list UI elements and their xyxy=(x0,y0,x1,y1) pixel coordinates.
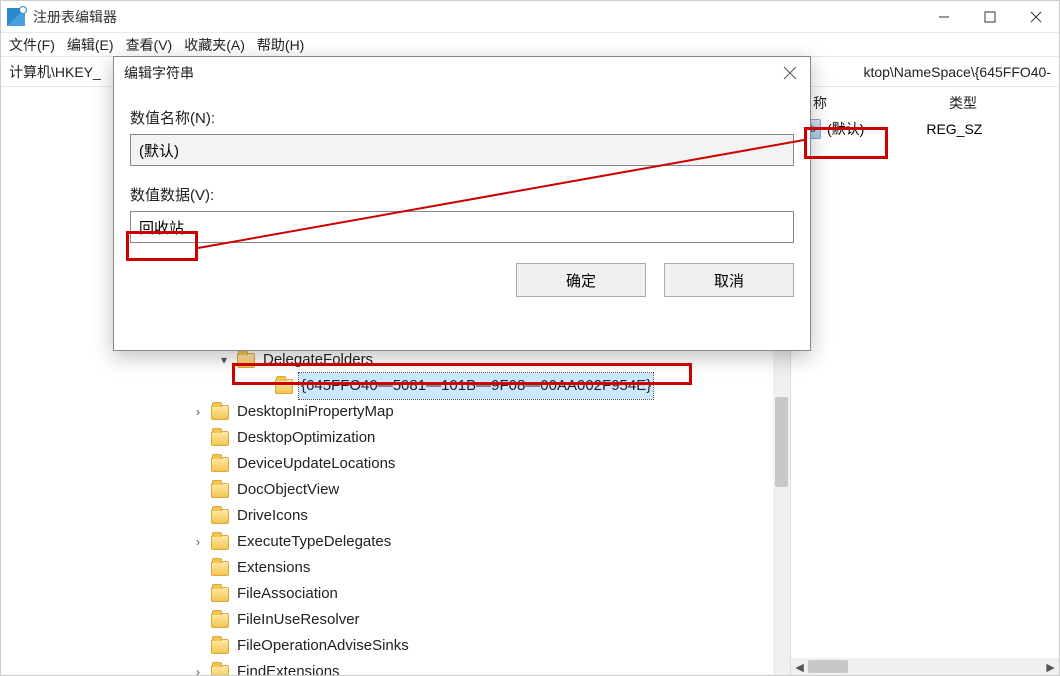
folder-icon xyxy=(211,639,229,654)
value-data-label: 数值数据(V): xyxy=(130,184,794,205)
tree-item-label: FileInUseResolver xyxy=(235,607,362,633)
tree-twisty-icon xyxy=(191,431,205,445)
values-pane[interactable]: 名称 类型 ab (默认) REG_SZ ◄ ► xyxy=(791,87,1059,675)
tree-item[interactable]: FileOperationAdviseSinks xyxy=(1,633,790,659)
titlebar: 注册表编辑器 xyxy=(1,1,1059,33)
tree-item-label: DesktopIniPropertyMap xyxy=(235,399,396,425)
folder-icon xyxy=(211,405,229,420)
minimize-button[interactable] xyxy=(921,1,967,33)
values-scroll-thumb[interactable] xyxy=(808,660,848,673)
cancel-button[interactable]: 取消 xyxy=(664,263,794,297)
tree-twisty-icon[interactable]: › xyxy=(191,665,205,675)
tree-item-label: FindExtensions xyxy=(235,659,342,675)
folder-icon xyxy=(211,457,229,472)
tree-item[interactable]: FileInUseResolver xyxy=(1,607,790,633)
value-type: REG_SZ xyxy=(926,121,982,137)
folder-icon xyxy=(211,535,229,550)
edit-string-dialog: 编辑字符串 数值名称(N): (默认) 数值数据(V): 回收站 确定 取消 xyxy=(113,56,811,351)
tree-twisty-icon xyxy=(191,561,205,575)
tree-item-label: Extensions xyxy=(235,555,312,581)
col-name[interactable]: 名称 xyxy=(799,93,909,113)
menubar: 文件(F) 编辑(E) 查看(V) 收藏夹(A) 帮助(H) xyxy=(1,33,1059,57)
tree-item[interactable]: DesktopOptimization xyxy=(1,425,790,451)
col-type[interactable]: 类型 xyxy=(949,93,977,113)
tree-item[interactable]: Extensions xyxy=(1,555,790,581)
list-header: 名称 类型 xyxy=(799,93,1051,113)
folder-icon xyxy=(211,613,229,628)
scroll-left-icon[interactable]: ◄ xyxy=(791,658,808,675)
folder-icon xyxy=(211,587,229,602)
folder-icon xyxy=(211,483,229,498)
address-right: ktop\NameSpace\{645FFO40- xyxy=(863,64,1051,80)
tree-twisty-icon[interactable]: › xyxy=(191,405,205,419)
tree-twisty-icon xyxy=(191,639,205,653)
tree-item-label: ExecuteTypeDelegates xyxy=(235,529,393,555)
tree-twisty-icon xyxy=(255,379,269,393)
close-button[interactable] xyxy=(1013,1,1059,33)
tree-item[interactable]: FileAssociation xyxy=(1,581,790,607)
value-data-input[interactable]: 回收站 xyxy=(130,211,794,243)
tree-twisty-icon[interactable]: ▾ xyxy=(217,353,231,367)
folder-icon xyxy=(237,353,255,368)
value-name: (默认) xyxy=(827,119,864,139)
folder-icon xyxy=(211,509,229,524)
value-row-default[interactable]: ab (默认) REG_SZ xyxy=(799,119,1051,139)
tree-item[interactable]: › FindExtensions xyxy=(1,659,790,675)
menu-edit[interactable]: 编辑(E) xyxy=(67,35,114,55)
tree-item[interactable]: DeviceUpdateLocations xyxy=(1,451,790,477)
menu-view[interactable]: 查看(V) xyxy=(126,35,173,55)
tree-item-label: DesktopOptimization xyxy=(235,425,377,451)
tree-item-label: DriveIcons xyxy=(235,503,310,529)
tree-item-label: DeviceUpdateLocations xyxy=(235,451,397,477)
tree-twisty-icon xyxy=(191,509,205,523)
values-scrollbar-horizontal[interactable]: ◄ ► xyxy=(791,658,1059,675)
folder-icon xyxy=(211,561,229,576)
ok-button[interactable]: 确定 xyxy=(516,263,646,297)
menu-favorites[interactable]: 收藏夹(A) xyxy=(184,35,245,55)
tree-twisty-icon xyxy=(191,457,205,471)
tree-item-label: FileOperationAdviseSinks xyxy=(235,633,411,659)
tree-item-label: DocObjectView xyxy=(235,477,341,503)
regedit-icon xyxy=(7,8,25,26)
value-name-input[interactable]: (默认) xyxy=(130,134,794,166)
maximize-button[interactable] xyxy=(967,1,1013,33)
scroll-right-icon[interactable]: ► xyxy=(1042,658,1059,675)
folder-icon xyxy=(211,665,229,676)
tree-item-label: {645FFO40—5081—101B—9F08—00AA002F954E} xyxy=(299,373,653,399)
menu-help[interactable]: 帮助(H) xyxy=(257,35,304,55)
tree-twisty-icon[interactable]: › xyxy=(191,535,205,549)
folder-icon xyxy=(211,431,229,446)
tree-item[interactable]: DriveIcons xyxy=(1,503,790,529)
tree-scroll-thumb[interactable] xyxy=(775,397,788,487)
dialog-close-button[interactable] xyxy=(776,61,804,85)
tree-item[interactable]: DocObjectView xyxy=(1,477,790,503)
tree-item[interactable]: › ExecuteTypeDelegates xyxy=(1,529,790,555)
tree-twisty-icon xyxy=(191,587,205,601)
tree-twisty-icon xyxy=(191,613,205,627)
folder-icon xyxy=(275,379,293,394)
tree-twisty-icon xyxy=(191,483,205,497)
address-left: 计算机\HKEY_ xyxy=(9,62,101,82)
menu-file[interactable]: 文件(F) xyxy=(9,35,55,55)
tree-item[interactable]: › DesktopIniPropertyMap xyxy=(1,399,790,425)
dialog-title: 编辑字符串 xyxy=(114,57,810,89)
tree-item-label: FileAssociation xyxy=(235,581,340,607)
value-name-label: 数值名称(N): xyxy=(130,107,794,128)
tree-item[interactable]: {645FFO40—5081—101B—9F08—00AA002F954E} xyxy=(1,373,790,399)
window-title: 注册表编辑器 xyxy=(33,7,117,27)
